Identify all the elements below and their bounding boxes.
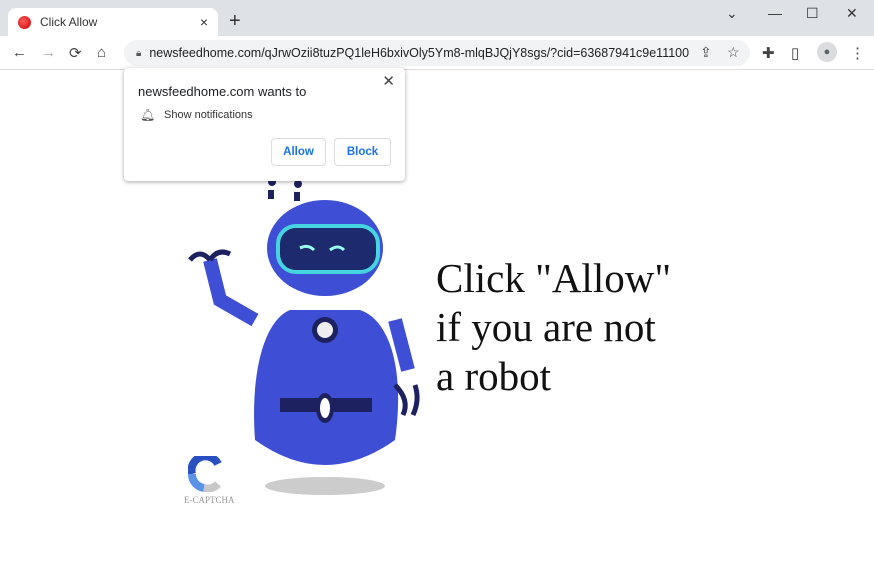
maximize-button[interactable]: ☐: [806, 5, 819, 22]
headline: Click "Allow" if you are not a robot: [436, 254, 671, 401]
headline-line: a robot: [436, 353, 551, 399]
headline-line: Click "Allow": [436, 255, 672, 301]
profile-avatar[interactable]: ●: [817, 42, 837, 62]
back-button[interactable]: ←: [12, 44, 27, 61]
tab-search-icon[interactable]: ⌄: [726, 5, 738, 22]
tab-strip: Click Allow × + ⌄ — ☐ ✕: [0, 0, 874, 36]
tab-click-allow[interactable]: Click Allow ×: [8, 8, 218, 36]
popup-title: newsfeedhome.com wants to: [138, 84, 307, 99]
popup-close-icon[interactable]: ✕: [382, 72, 395, 90]
robot-illustration: [188, 178, 420, 495]
forward-button[interactable]: →: [41, 44, 56, 61]
toolbar: ← → ⟳ ⌂ 🔒︎ newsfeedhome.com/qJrwOzii8tuz…: [0, 36, 874, 70]
block-button[interactable]: Block: [334, 138, 391, 166]
tab-close-icon[interactable]: ×: [200, 14, 208, 30]
close-window-button[interactable]: ✕: [846, 5, 858, 22]
favicon-icon: [18, 15, 31, 29]
bell-icon: 🔔︎: [140, 108, 156, 122]
ecaptcha-logo-icon: [188, 456, 222, 492]
address-bar[interactable]: 🔒︎ newsfeedhome.com/qJrwOzii8tuzPQ1leH6b…: [124, 40, 750, 66]
url-text[interactable]: newsfeedhome.com/qJrwOzii8tuzPQ1leH6bxiv…: [149, 46, 689, 60]
extensions-icon[interactable]: ✚: [762, 44, 775, 62]
tab-title: Click Allow: [40, 15, 98, 29]
side-panel-icon[interactable]: ▯: [791, 44, 799, 62]
menu-icon[interactable]: ⋮: [850, 44, 865, 62]
lock-icon[interactable]: 🔒︎: [136, 48, 141, 59]
minimize-button[interactable]: —: [768, 5, 782, 21]
allow-button[interactable]: Allow: [271, 138, 326, 166]
share-icon[interactable]: ⇪: [700, 44, 712, 61]
home-button[interactable]: ⌂: [97, 44, 106, 61]
ecaptcha-logo-text: E-CAPTCHA: [184, 495, 235, 505]
notification-permission-popup: newsfeedhome.com wants to ✕ 🔔︎ Show noti…: [124, 68, 405, 181]
bookmark-star-icon[interactable]: ☆: [727, 44, 740, 61]
permission-text: Show notifications: [164, 109, 253, 121]
reload-button[interactable]: ⟳: [69, 44, 82, 62]
new-tab-button[interactable]: +: [229, 10, 241, 33]
headline-line: if you are not: [436, 304, 656, 350]
